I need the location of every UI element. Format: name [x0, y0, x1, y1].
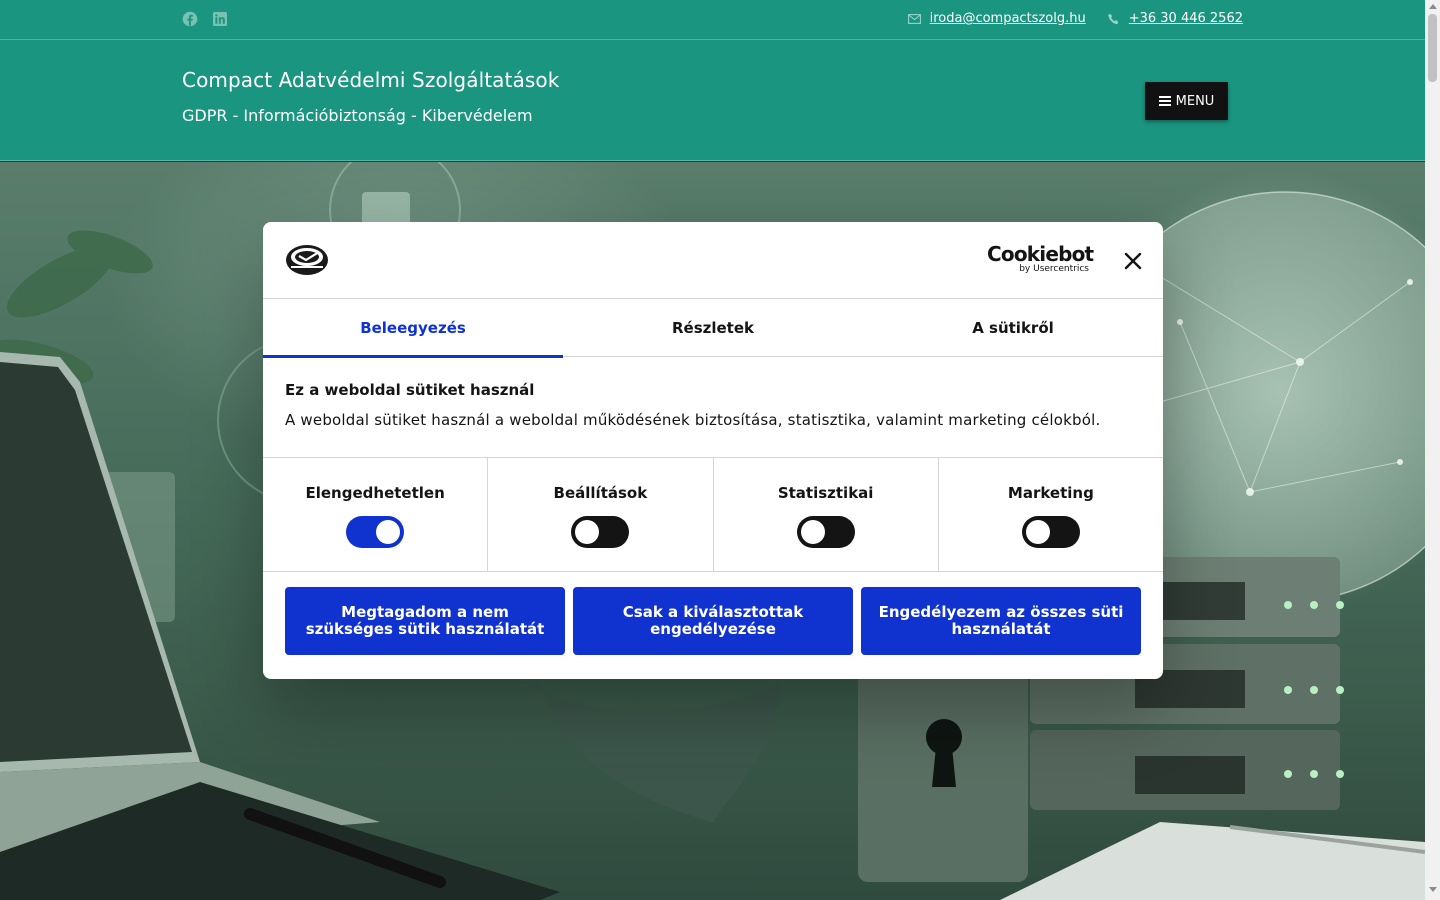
cookie-categories: Elengedhetetlen Beállítások Statisztikai… [263, 457, 1163, 572]
category-necessary: Elengedhetetlen [263, 458, 489, 571]
phone-link[interactable]: +36 30 446 2562 [1129, 11, 1243, 26]
site-tagline: GDPR - Információbiztonság - Kibervédele… [182, 106, 533, 125]
cookiebot-subtitle: by Usercentrics [1019, 264, 1089, 274]
toggle-preferences[interactable] [571, 516, 630, 548]
toggle-knob [575, 520, 600, 544]
site-header: Compact Adatvédelmi Szolgáltatások GDPR … [0, 40, 1425, 161]
cookiebot-wordmark: Cookiebot [987, 242, 1094, 266]
site-logo-icon [286, 245, 328, 275]
scroll-up-icon[interactable] [1429, 4, 1437, 9]
dialog-description: A weboldal sütiket használ a weboldal mű… [285, 411, 1101, 429]
envelope-icon [907, 13, 921, 24]
toggle-necessary[interactable] [346, 516, 405, 548]
linkedin-icon [213, 12, 227, 26]
toggle-knob [1025, 520, 1050, 544]
toggle-knob [800, 520, 825, 544]
category-label: Marketing [1007, 484, 1094, 502]
category-label: Elengedhetetlen [305, 484, 445, 502]
hamburger-icon [1158, 96, 1171, 106]
menu-button[interactable]: MENU [1145, 82, 1228, 120]
category-label: Beállítások [553, 484, 648, 502]
facebook-link[interactable] [182, 11, 198, 27]
category-label: Statisztikai [777, 484, 874, 502]
phone-icon [1107, 13, 1119, 24]
tab-about-cookies[interactable]: A sütikről [863, 299, 1163, 357]
category-statistics: Statisztikai [714, 458, 939, 571]
dialog-body: Ez a weboldal sütiket használ A weboldal… [285, 381, 1145, 429]
allow-all-button[interactable]: Engedélyezem az összes süti használatát [861, 587, 1141, 655]
tab-consent[interactable]: Beleegyezés [263, 299, 563, 358]
cookiebot-logo[interactable]: Cookiebot by Usercentrics [987, 242, 1094, 276]
social-links [182, 11, 228, 27]
toggle-statistics[interactable] [796, 516, 855, 548]
toggle-marketing[interactable] [1021, 516, 1080, 548]
dialog-tabs: Beleegyezés Részletek A sütikről [263, 299, 1163, 358]
dialog-header: Cookiebot by Usercentrics [263, 222, 1163, 299]
email-link[interactable]: iroda@compactszolg.hu [930, 11, 1086, 26]
top-bar: iroda@compactszolg.hu +36 30 446 2562 [0, 0, 1425, 40]
menu-label: MENU [1175, 93, 1215, 109]
contact-info: iroda@compactszolg.hu +36 30 446 2562 [907, 11, 1243, 26]
linkedin-link[interactable] [212, 11, 228, 27]
allow-selected-button[interactable]: Csak a kiválasztottak engedélyezése [573, 587, 853, 655]
scroll-thumb[interactable] [1428, 14, 1437, 82]
facebook-icon [182, 11, 198, 27]
dialog-heading: Ez a weboldal sütiket használ [285, 381, 535, 399]
cookie-consent-dialog: Cookiebot by Usercentrics Beleegyezés Ré… [263, 222, 1163, 679]
toggle-knob [376, 520, 401, 544]
close-dialog-button[interactable] [1121, 249, 1145, 273]
category-preferences: Beállítások [488, 458, 714, 571]
site-title[interactable]: Compact Adatvédelmi Szolgáltatások [182, 68, 559, 92]
email-item: iroda@compactszolg.hu [907, 11, 1086, 26]
dialog-actions: Megtagadom a nem szükséges sütik használ… [285, 587, 1141, 655]
close-icon [1124, 252, 1142, 270]
page-scrollbar[interactable] [1425, 0, 1440, 900]
scroll-down-icon[interactable] [1429, 887, 1437, 892]
deny-button[interactable]: Megtagadom a nem szükséges sütik használ… [285, 587, 565, 655]
tab-details[interactable]: Részletek [563, 299, 863, 357]
phone-item: +36 30 446 2562 [1107, 11, 1243, 26]
category-marketing: Marketing [939, 458, 1163, 571]
